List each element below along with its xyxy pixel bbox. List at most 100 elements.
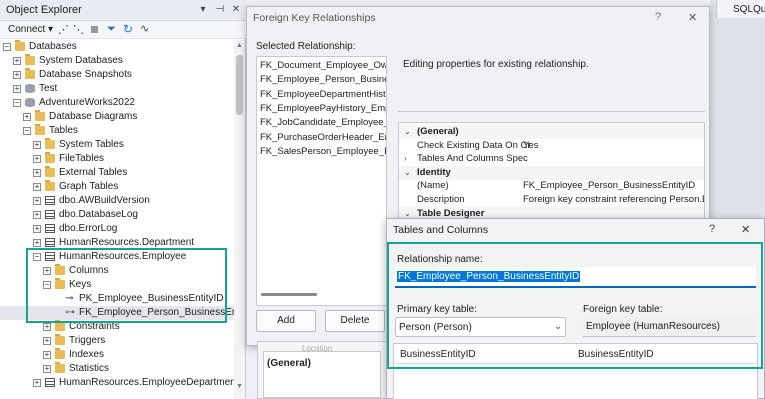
stop-icon[interactable]: [91, 26, 98, 33]
tree-node[interactable]: − Tables: [0, 124, 234, 138]
tree-node[interactable]: + Test: [0, 82, 234, 96]
property-name: Identity: [417, 166, 451, 178]
relationship-item[interactable]: FK_JobCandidate_Employee_BusinessEntityI…: [260, 117, 386, 128]
chevron-down-icon[interactable]: ⌄: [404, 166, 411, 180]
folder-icon: [45, 138, 55, 149]
folder-icon: [55, 362, 65, 373]
help-icon[interactable]: ?: [709, 223, 715, 235]
property-name: Description: [417, 194, 465, 205]
tree-node[interactable]: + Database Snapshots: [0, 68, 234, 82]
table-icon: [45, 210, 55, 219]
close-icon[interactable]: ✕: [688, 11, 697, 24]
lower-property-panel: Location (General): [257, 341, 387, 399]
chevron-right-icon[interactable]: ›: [404, 152, 407, 166]
relationship-item[interactable]: FK_SalesPerson_Employee_BusinessEntityID: [260, 146, 386, 157]
property-row[interactable]: (Name) FK_Employee_Person_BusinessEntityI…: [399, 179, 704, 193]
tree-node[interactable]: + Graph Tables: [0, 180, 234, 194]
table-icon: [45, 196, 55, 205]
tree-node[interactable]: + Indexes: [0, 348, 234, 362]
tree-node[interactable]: − AdventureWorks2022: [0, 96, 234, 110]
tree-node-label: Databases: [29, 41, 77, 52]
tree-node[interactable]: + System Databases: [0, 54, 234, 68]
close-icon[interactable]: ✕: [229, 3, 243, 17]
disconnect-icon[interactable]: ⋱: [73, 23, 84, 36]
pin-icon[interactable]: ⊣: [213, 3, 227, 17]
refresh-icon[interactable]: ↻: [123, 22, 133, 36]
help-icon[interactable]: ?: [655, 11, 661, 23]
table-icon: [45, 378, 55, 387]
connect-plug-icon[interactable]: ⋰: [58, 23, 69, 36]
relationship-item[interactable]: FK_EmployeeDepartmentHistory_Employee: [260, 89, 386, 100]
expand-icon[interactable]: +: [43, 365, 51, 373]
tree-node[interactable]: + HumanResources.EmployeeDepartmentHistor…: [0, 376, 234, 390]
relationship-item[interactable]: FK_PurchaseOrderHeader_Employee: [260, 132, 386, 143]
highlight-box-employee-keys: [26, 248, 227, 323]
scroll-up-icon[interactable]: ▲: [236, 42, 243, 49]
relationship-item[interactable]: FK_EmployeePayHistory_Employee: [260, 103, 386, 114]
property-row[interactable]: ⌄ (General): [399, 125, 704, 139]
tree-node[interactable]: + dbo.AWBuildVersion: [0, 194, 234, 208]
expand-icon[interactable]: +: [43, 337, 51, 345]
property-name: (Name): [417, 180, 449, 192]
expand-icon[interactable]: +: [33, 141, 41, 149]
tree-node-label: FileTables: [59, 153, 105, 164]
relationship-item[interactable]: FK_Employee_Person_BusinessEntityID: [260, 74, 386, 85]
filter-icon[interactable]: ⏷: [107, 23, 116, 36]
relationship-list[interactable]: FK_Document_Employee_Owner FK_Employee_Pe…: [256, 56, 387, 306]
activity-monitor-icon[interactable]: ∿: [140, 22, 149, 35]
relationship-item[interactable]: FK_Document_Employee_Owner: [260, 60, 386, 71]
property-grid[interactable]: ⌄ (General) Check Existing Data On Cr Yes › T…: [398, 122, 705, 222]
add-button[interactable]: Add: [256, 310, 316, 332]
tree-node[interactable]: + Database Diagrams: [0, 110, 234, 124]
tree-node[interactable]: + Triggers: [0, 334, 234, 348]
tab-sqlquery[interactable]: SQLQue: [716, 0, 765, 18]
collapse-icon[interactable]: −: [23, 127, 31, 135]
folder-icon: [25, 54, 35, 65]
object-explorer-tree: − Databases + System Databases + Database Sna…: [0, 40, 234, 399]
tree-scrollbar-thumb[interactable]: [236, 55, 243, 115]
property-name: Tables And Columns Spec: [417, 153, 528, 165]
expand-icon[interactable]: +: [33, 379, 41, 387]
close-icon[interactable]: ✕: [741, 223, 750, 236]
folder-icon: [45, 166, 55, 177]
editor-area: SQLQue: [710, 0, 765, 218]
property-row[interactable]: Check Existing Data On Cr Yes: [399, 139, 704, 153]
tree-node[interactable]: − Databases: [0, 40, 234, 54]
object-explorer-title: Object Explorer: [6, 4, 82, 16]
property-row[interactable]: Description Foreign key constraint refere…: [399, 193, 704, 207]
list-scrollbar-thumb[interactable]: [261, 293, 317, 296]
expand-icon[interactable]: +: [33, 239, 41, 247]
collapse-icon[interactable]: −: [3, 43, 11, 51]
expand-icon[interactable]: +: [23, 113, 31, 121]
expand-icon[interactable]: +: [33, 197, 41, 205]
property-row[interactable]: › Tables And Columns Spec: [399, 152, 704, 166]
expand-icon[interactable]: +: [13, 71, 21, 79]
scroll-down-icon[interactable]: ▼: [236, 383, 243, 390]
tree-node[interactable]: + Statistics: [0, 362, 234, 376]
collapse-icon[interactable]: −: [13, 99, 21, 107]
tree-node-label: System Databases: [39, 55, 123, 66]
expand-icon[interactable]: +: [33, 211, 41, 219]
delete-button[interactable]: Delete: [325, 310, 385, 332]
expand-icon[interactable]: +: [33, 169, 41, 177]
expand-icon[interactable]: +: [33, 225, 41, 233]
tree-node[interactable]: + FileTables: [0, 152, 234, 166]
expand-icon[interactable]: +: [43, 351, 51, 359]
tree-node[interactable]: + System Tables: [0, 138, 234, 152]
property-row[interactable]: ⌄ Identity: [399, 165, 704, 180]
general-section: (General): [263, 351, 381, 398]
connect-button[interactable]: Connect ▾: [8, 24, 53, 35]
expand-icon[interactable]: +: [13, 57, 21, 65]
tree-node[interactable]: + External Tables: [0, 166, 234, 180]
expand-icon[interactable]: +: [33, 183, 41, 191]
expand-icon[interactable]: +: [43, 323, 51, 331]
tree-node[interactable]: + dbo.DatabaseLog: [0, 208, 234, 222]
tree-node[interactable]: + dbo.ErrorLog: [0, 222, 234, 236]
chevron-down-icon[interactable]: ⌄: [404, 125, 411, 139]
expand-icon[interactable]: +: [13, 85, 21, 93]
object-explorer-toolbar: Connect ▾ ⋰ ⋱ ⏷ ↻ ∿: [0, 21, 246, 39]
expand-icon[interactable]: +: [33, 155, 41, 163]
folder-icon: [45, 180, 55, 191]
tc-dialog-title: Tables and Columns: [393, 224, 489, 236]
dropdown-icon[interactable]: ▾: [196, 3, 210, 17]
